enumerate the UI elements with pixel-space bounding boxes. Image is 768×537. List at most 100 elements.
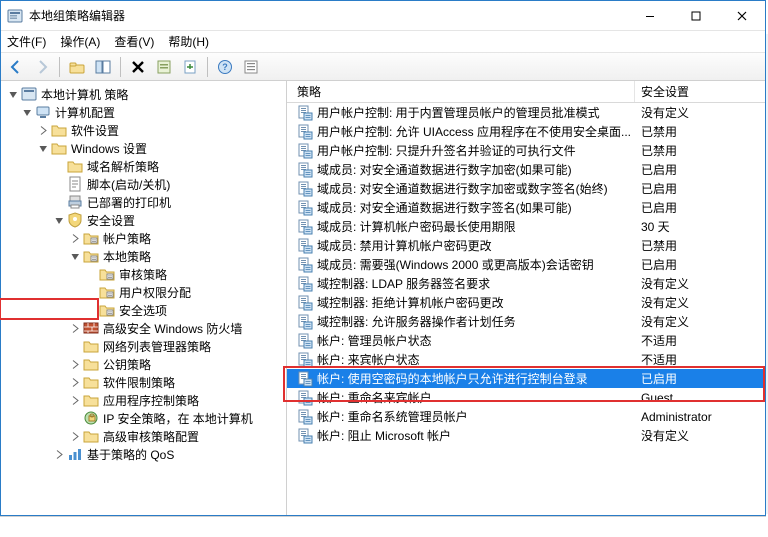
tree-item[interactable]: 帐户策略 (5, 229, 286, 247)
back-button[interactable] (5, 56, 27, 78)
tree-pane[interactable]: 本地计算机 策略计算机配置软件设置Windows 设置域名解析策略脚本(启动/关… (1, 81, 287, 515)
tree-item[interactable]: 域名解析策略 (5, 157, 286, 175)
tree-icon (99, 266, 115, 282)
properties-button[interactable] (153, 56, 175, 78)
tree-item[interactable]: 已部署的打印机 (5, 193, 286, 211)
tree-item[interactable]: 本地计算机 策略 (5, 85, 286, 103)
up-button[interactable] (66, 56, 88, 78)
delete-button[interactable] (127, 56, 149, 78)
tree-twisty[interactable] (53, 196, 65, 208)
tree-twisty[interactable] (53, 178, 65, 190)
tree-item[interactable]: 网络列表管理器策略 (5, 337, 286, 355)
minimize-button[interactable] (627, 1, 673, 30)
policy-icon (297, 238, 313, 254)
tree-item[interactable]: 公钥策略 (5, 355, 286, 373)
tree-twisty[interactable] (69, 430, 81, 442)
tree-twisty[interactable] (53, 214, 65, 226)
export-list-button[interactable] (179, 56, 201, 78)
tree-twisty[interactable] (53, 448, 65, 460)
policy-row[interactable]: 域成员: 对安全通道数据进行数字加密(如果可能)已启用 (287, 160, 765, 179)
tree-item[interactable]: 高级安全 Windows 防火墙 (5, 319, 286, 337)
tree-label: 计算机配置 (55, 104, 115, 121)
list-body[interactable]: 用户帐户控制: 用于内置管理员帐户的管理员批准模式没有定义用户帐户控制: 允许 … (287, 103, 765, 515)
policy-row[interactable]: 帐户: 重命名来宾帐户Guest (287, 388, 765, 407)
tree-item[interactable]: Windows 设置 (5, 139, 286, 157)
tree-twisty[interactable] (85, 286, 97, 298)
tree-twisty[interactable] (69, 394, 81, 406)
policy-value: 已禁用 (635, 142, 765, 159)
menu-help[interactable]: 帮助(H) (168, 33, 209, 50)
policy-value: 没有定义 (635, 104, 765, 121)
policy-row[interactable]: 帐户: 重命名系统管理员帐户Administrator (287, 407, 765, 426)
policy-row[interactable]: 用户帐户控制: 允许 UIAccess 应用程序在不使用安全桌面...已禁用 (287, 122, 765, 141)
tree-icon (83, 320, 99, 336)
menu-file[interactable]: 文件(F) (7, 33, 46, 50)
policy-icon (297, 314, 313, 330)
policy-row[interactable]: 域成员: 需要强(Windows 2000 或更高版本)会话密钥已启用 (287, 255, 765, 274)
policy-row[interactable]: 域成员: 禁用计算机帐户密码更改已禁用 (287, 236, 765, 255)
policy-row[interactable]: 帐户: 来宾帐户状态不适用 (287, 350, 765, 369)
filter-button[interactable] (240, 56, 262, 78)
policy-row[interactable]: 域成员: 对安全通道数据进行数字签名(如果可能)已启用 (287, 198, 765, 217)
policy-row[interactable]: 域控制器: 允许服务器操作者计划任务没有定义 (287, 312, 765, 331)
policy-row[interactable]: 域成员: 对安全通道数据进行数字加密或数字签名(始终)已启用 (287, 179, 765, 198)
policy-row[interactable]: 用户帐户控制: 用于内置管理员帐户的管理员批准模式没有定义 (287, 103, 765, 122)
policy-name: 域控制器: 允许服务器操作者计划任务 (317, 313, 516, 330)
tree-item[interactable]: 审核策略 (5, 265, 286, 283)
policy-value: 已禁用 (635, 237, 765, 254)
tree-label: 审核策略 (119, 266, 167, 283)
help-button[interactable]: ? (214, 56, 236, 78)
tree-twisty[interactable] (85, 268, 97, 280)
tree-item[interactable]: 脚本(启动/关机) (5, 175, 286, 193)
menu-view[interactable]: 查看(V) (114, 33, 154, 50)
tree-twisty[interactable] (7, 88, 19, 100)
tree-twisty[interactable] (69, 358, 81, 370)
policy-row[interactable]: 帐户: 管理员帐户状态不适用 (287, 331, 765, 350)
forward-button[interactable] (31, 56, 53, 78)
col-setting[interactable]: 安全设置 (635, 81, 765, 102)
maximize-button[interactable] (673, 1, 719, 30)
tree-item[interactable]: 高级审核策略配置 (5, 427, 286, 445)
tree-twisty[interactable] (53, 160, 65, 172)
tree-label: 基于策略的 QoS (87, 446, 174, 463)
policy-row[interactable]: 帐户: 使用空密码的本地帐户只允许进行控制台登录已启用 (287, 369, 765, 388)
policy-icon (297, 428, 313, 444)
tree-item[interactable]: 软件限制策略 (5, 373, 286, 391)
tree-item[interactable]: 安全设置 (5, 211, 286, 229)
policy-row[interactable]: 域控制器: 拒绝计算机帐户密码更改没有定义 (287, 293, 765, 312)
tree-twisty[interactable] (85, 304, 97, 316)
tree-label: 本地策略 (103, 248, 151, 265)
tree-twisty[interactable] (69, 412, 81, 424)
tree-twisty[interactable] (69, 322, 81, 334)
tree-item[interactable]: 计算机配置 (5, 103, 286, 121)
policy-row[interactable]: 帐户: 阻止 Microsoft 帐户没有定义 (287, 426, 765, 445)
policy-icon (297, 390, 313, 406)
tree-item[interactable]: 应用程序控制策略 (5, 391, 286, 409)
tree-item[interactable]: 安全选项 (5, 301, 286, 319)
menu-action[interactable]: 操作(A) (60, 33, 100, 50)
show-hide-tree-button[interactable] (92, 56, 114, 78)
tree-label: 高级审核策略配置 (103, 428, 199, 445)
tree-icon (83, 338, 99, 354)
policy-row[interactable]: 域成员: 计算机帐户密码最长使用期限30 天 (287, 217, 765, 236)
policy-value: 没有定义 (635, 427, 765, 444)
tree-item[interactable]: 软件设置 (5, 121, 286, 139)
tree-twisty[interactable] (69, 250, 81, 262)
tree-twisty[interactable] (37, 142, 49, 154)
tree-twisty[interactable] (21, 106, 33, 118)
tree-twisty[interactable] (37, 124, 49, 136)
tree-item[interactable]: 本地策略 (5, 247, 286, 265)
policy-value: 没有定义 (635, 294, 765, 311)
tree-twisty[interactable] (69, 232, 81, 244)
policy-row[interactable]: 域控制器: LDAP 服务器签名要求没有定义 (287, 274, 765, 293)
policy-row[interactable]: 用户帐户控制: 只提升升签名并验证的可执行文件已禁用 (287, 141, 765, 160)
policy-icon (297, 333, 313, 349)
svg-text:?: ? (222, 62, 228, 72)
tree-twisty[interactable] (69, 376, 81, 388)
tree-item[interactable]: IP 安全策略，在 本地计算机 (5, 409, 286, 427)
close-button[interactable] (719, 1, 765, 30)
tree-item[interactable]: 用户权限分配 (5, 283, 286, 301)
tree-item[interactable]: 基于策略的 QoS (5, 445, 286, 463)
col-policy[interactable]: 策略 (287, 81, 635, 102)
tree-twisty[interactable] (69, 340, 81, 352)
